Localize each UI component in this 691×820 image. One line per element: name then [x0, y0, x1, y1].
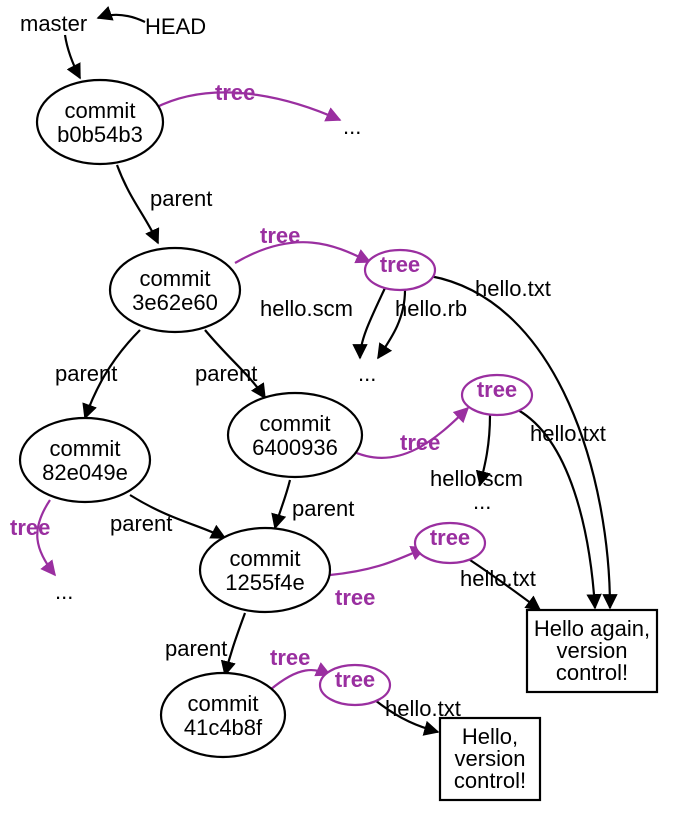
- edge-c5-parent: [225, 613, 245, 675]
- commit-1255f4e: commit 1255f4e: [200, 528, 330, 612]
- file-label-hellorb: hello.rb: [395, 296, 467, 321]
- tree-node-1255f4e: tree: [415, 523, 485, 563]
- parent-label-c1: parent: [150, 186, 212, 211]
- ref-head: HEAD: [145, 14, 206, 39]
- ellipsis-c1: ...: [343, 114, 361, 139]
- file-label-hellotxt-2: hello.txt: [530, 421, 606, 446]
- edge-c3-parent: [275, 480, 290, 528]
- commit-c1-hash: b0b54b3: [57, 122, 143, 147]
- file-label-hellotxt-1: hello.txt: [475, 276, 551, 301]
- parent-label-c5: parent: [165, 636, 227, 661]
- ellipsis-tree2: ...: [358, 361, 376, 386]
- tree-label-c3: tree: [400, 430, 440, 455]
- commit-c5-label: commit: [230, 546, 301, 571]
- blob-hello: Hello, version control!: [440, 718, 540, 800]
- ref-master: master: [20, 11, 87, 36]
- commit-c4-hash: 82e049e: [42, 460, 128, 485]
- tree-node-1255f4e-label: tree: [430, 525, 470, 550]
- tree-node-41c4b8f-label: tree: [335, 667, 375, 692]
- commit-c6-label: commit: [188, 691, 259, 716]
- parent-label-c3: parent: [292, 496, 354, 521]
- tree-label-c2: tree: [260, 223, 300, 248]
- commit-3e62e60: commit 3e62e60: [110, 248, 240, 332]
- commit-c6-hash: 41c4b8f: [184, 715, 263, 740]
- ellipsis-tree3: ...: [473, 489, 491, 514]
- parent-label-c2-right: parent: [195, 361, 257, 386]
- tree-node-6400936-label: tree: [477, 377, 517, 402]
- tree-node-41c4b8f: tree: [320, 665, 390, 705]
- commit-c2-label: commit: [140, 266, 211, 291]
- file-label-helloscm-2: hello.scm: [430, 466, 523, 491]
- file-label-helloscm-1: hello.scm: [260, 296, 353, 321]
- file-label-hellotxt-3: hello.txt: [460, 566, 536, 591]
- blob2-l3: control!: [454, 768, 526, 793]
- tree-label-c1: tree: [215, 80, 255, 105]
- commit-6400936: commit 6400936: [228, 393, 362, 477]
- tree-label-c5: tree: [335, 585, 375, 610]
- commit-c3-hash: 6400936: [252, 435, 338, 460]
- commit-c3-label: commit: [260, 411, 331, 436]
- commit-82e049e: commit 82e049e: [20, 418, 150, 502]
- commit-c1-label: commit: [65, 98, 136, 123]
- edge-master-to-c1: [65, 35, 80, 78]
- blob-hello-again: Hello again, version control!: [527, 610, 657, 692]
- tree-node-6400936: tree: [462, 375, 532, 415]
- commit-c4-label: commit: [50, 436, 121, 461]
- tree-node-3e62e60-label: tree: [380, 252, 420, 277]
- commit-c5-hash: 1255f4e: [225, 570, 305, 595]
- parent-label-c2-left: parent: [55, 361, 117, 386]
- edge-tree2-helloscm: [360, 288, 385, 358]
- parent-label-c4: parent: [110, 511, 172, 536]
- tree-label-c6: tree: [270, 645, 310, 670]
- tree-label-c4: tree: [10, 515, 50, 540]
- tree-node-3e62e60: tree: [365, 250, 435, 290]
- edge-c5-tree: [330, 548, 425, 575]
- edge-head-to-master: [98, 15, 145, 22]
- commit-b0b54b3: commit b0b54b3: [37, 80, 163, 164]
- ellipsis-c4: ...: [55, 579, 73, 604]
- commit-c2-hash: 3e62e60: [132, 290, 218, 315]
- commit-41c4b8f: commit 41c4b8f: [161, 673, 285, 757]
- blob1-l3: control!: [556, 660, 628, 685]
- edge-c2-tree: [235, 242, 370, 263]
